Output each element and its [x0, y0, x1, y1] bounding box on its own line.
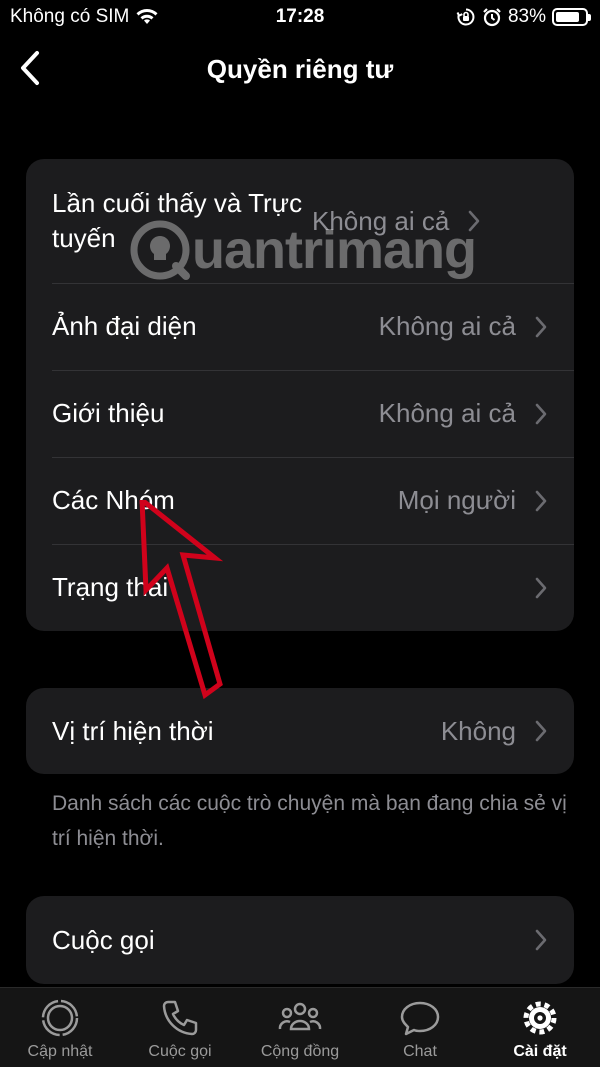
lightbulb-logo-icon — [130, 220, 190, 280]
updates-icon — [41, 999, 79, 1037]
community-icon — [278, 1002, 322, 1031]
orientation-lock-icon — [456, 8, 475, 26]
chat-icon — [400, 1001, 440, 1036]
watermark-logo: uantrimang — [128, 218, 477, 282]
row-status[interactable]: Trạng thái — [26, 544, 574, 631]
tab-communities[interactable]: Cộng đồng — [240, 988, 360, 1067]
page-title: Quyền riêng tư — [206, 54, 394, 84]
row-profile-photo[interactable]: Ảnh đại diện Không ai cả — [26, 283, 574, 370]
tab-calls[interactable]: Cuộc gọi — [120, 988, 240, 1067]
chevron-right-icon — [535, 403, 547, 424]
tab-chats[interactable]: Chat — [360, 988, 480, 1067]
row-value: Không ai cả — [378, 311, 516, 341]
row-groups[interactable]: Các Nhóm Mọi người — [26, 457, 574, 544]
row-about[interactable]: Giới thiệu Không ai cả — [26, 370, 574, 457]
row-value: Không — [440, 715, 516, 746]
battery-level — [556, 12, 580, 22]
live-location-footnote: Danh sách các cuộc trò chuyện mà bạn đan… — [52, 792, 567, 850]
battery-percent: 83% — [507, 6, 546, 27]
row-value: Mọi người — [397, 485, 516, 515]
row-live-location[interactable]: Vị trí hiện thời Không — [26, 688, 574, 774]
live-location-group: Vị trí hiện thời Không — [26, 688, 574, 774]
chevron-right-icon — [535, 490, 547, 511]
red-annotation-arrow — [139, 500, 224, 700]
tab-updates[interactable]: Cập nhật — [0, 988, 120, 1067]
row-calls[interactable]: Cuộc gọi — [26, 896, 574, 984]
tab-label: Chat — [403, 1043, 437, 1060]
watermark-text: uantrimang — [192, 220, 477, 280]
status-bar: Không có SIM 17:28 83% — [0, 0, 600, 36]
chevron-right-icon — [535, 577, 547, 598]
status-right: 83% — [456, 6, 591, 28]
nav-bar: Quyền riêng tư — [0, 36, 600, 100]
settings-gear-icon — [523, 1001, 557, 1035]
tab-label: Cài đặt — [513, 1043, 567, 1060]
chevron-right-icon — [535, 316, 547, 337]
battery-icon — [552, 8, 591, 26]
tab-label: Cập nhật — [27, 1043, 93, 1060]
tab-settings[interactable]: Cài đặt — [480, 988, 600, 1067]
tab-bar: Cập nhật Cuộc gọi Cộng đồng Chat Cài đặt — [0, 987, 600, 1067]
chevron-right-icon — [535, 929, 547, 951]
alarm-icon — [483, 8, 501, 27]
tab-label: Cộng đồng — [260, 1043, 340, 1060]
row-value: Không ai cả — [378, 398, 516, 428]
tab-label: Cuộc gọi — [148, 1043, 212, 1060]
calls-group: Cuộc gọi — [26, 896, 574, 984]
phone-icon — [162, 1000, 198, 1036]
row-label: Vị trí hiện thời — [52, 715, 214, 746]
row-label: Giới thiệu — [52, 398, 165, 428]
row-label: Cuộc gọi — [52, 924, 155, 955]
row-label: Ảnh đại diện — [52, 311, 197, 341]
chevron-right-icon — [535, 720, 547, 742]
